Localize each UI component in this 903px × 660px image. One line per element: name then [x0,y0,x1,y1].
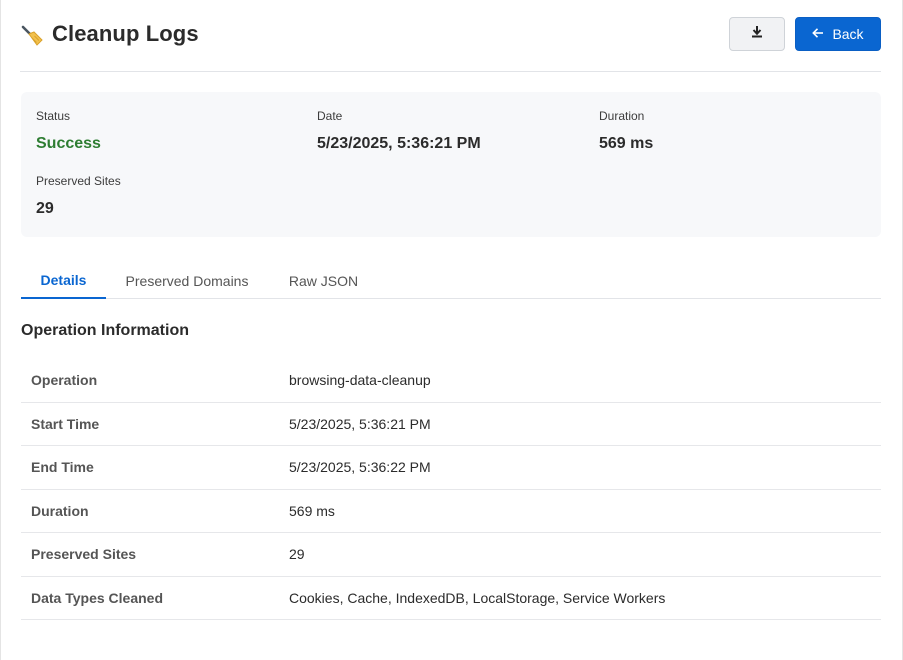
back-button-label: Back [832,26,864,42]
row-value: browsing-data-cleanup [289,372,431,388]
preserved-sites-label: Preserved Sites [36,174,121,188]
operation-info-table: Operation browsing-data-cleanup Start Ti… [21,359,881,620]
table-row: Preserved Sites 29 [21,533,881,577]
row-label: Preserved Sites [31,546,137,562]
tab-bar: Details Preserved Domains Raw JSON [21,262,881,299]
table-row: End Time 5/23/2025, 5:36:22 PM [21,446,881,490]
summary-preserved-sites: Preserved Sites 29 [36,174,121,218]
row-value: 5/23/2025, 5:36:21 PM [289,415,431,432]
date-value: 5/23/2025, 5:36:21 PM [317,135,481,152]
page-header: Cleanup Logs Back [20,16,881,72]
tab-details[interactable]: Details [21,262,106,299]
download-icon [751,25,763,43]
back-button[interactable]: Back [795,17,881,51]
summary-duration: Duration 569 ms [599,109,653,153]
row-label: End Time [31,459,94,475]
duration-label: Duration [599,109,645,123]
row-label: Duration [31,502,89,519]
row-label: Operation [31,372,98,388]
date-label: Date [317,109,343,123]
table-row: Start Time 5/23/2025, 5:36:21 PM [21,403,881,446]
status-value: Success [36,135,101,152]
section-title: Operation Information [21,322,189,339]
preserved-sites-value: 29 [36,200,54,217]
summary-status: Status Success [36,109,101,153]
row-value: Cookies, Cache, IndexedDB, LocalStorage,… [289,589,666,606]
broom-icon [20,23,44,47]
tab-preserved-domains[interactable]: Preserved Domains [118,262,256,299]
row-label: Data Types Cleaned [31,589,164,606]
status-label: Status [36,109,71,123]
duration-value: 569 ms [599,135,654,152]
table-row: Operation browsing-data-cleanup [21,359,881,403]
summary-card: Status Success Date 5/23/2025, 5:36:21 P… [21,92,881,237]
tab-raw-json[interactable]: Raw JSON [281,262,366,299]
page-title: Cleanup Logs [52,21,199,46]
download-button[interactable] [729,17,785,51]
arrow-left-icon [812,26,824,42]
table-row: Data Types Cleaned Cookies, Cache, Index… [21,577,881,620]
row-value: 569 ms [289,502,335,519]
row-value: 5/23/2025, 5:36:22 PM [289,459,431,475]
row-value: 29 [289,546,305,562]
row-label: Start Time [31,415,100,432]
summary-date: Date 5/23/2025, 5:36:21 PM [317,109,481,153]
table-row: Duration 569 ms [21,490,881,533]
